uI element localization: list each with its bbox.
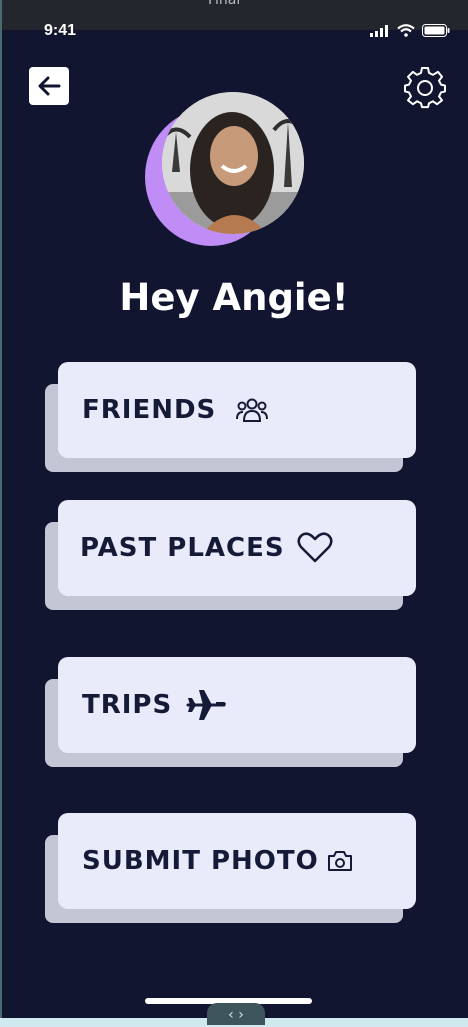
menu-label-friends: FRIENDS [82,395,217,425]
back-button[interactable] [29,67,69,105]
trips-button[interactable]: TRIPS [2,657,468,777]
prototype-nav-arrows[interactable]: ‹ › [207,1003,265,1025]
status-icons [370,24,450,37]
gear-icon [404,66,446,109]
people-group-icon [236,397,269,423]
heart-icon [297,532,333,564]
past-places-button[interactable]: PAST PLACES [2,500,468,620]
submit-photo-button[interactable]: SUBMIT PHOTO [2,813,468,933]
card-face: PAST PLACES [58,500,416,596]
back-arrow-icon [38,76,61,96]
signal-icon [370,24,388,37]
settings-button[interactable] [404,66,446,109]
friends-button[interactable]: FRIENDS [2,362,468,482]
status-time: 9:41 [44,22,77,39]
profile-avatar[interactable] [145,90,305,250]
app-screen: Final 9:41 Hey Angie! FRIENDS PAST PLACE… [0,0,468,1018]
greeting-heading: Hey Angie! [119,276,349,319]
camera-icon [327,850,353,872]
wifi-icon [397,24,415,37]
card-face: FRIENDS [58,362,416,458]
menu-label-submit-photo: SUBMIT PHOTO [82,846,319,876]
battery-icon [422,24,450,37]
card-face: TRIPS [58,657,416,753]
airplane-icon [186,688,227,722]
window-tab-label: Final [208,0,241,8]
avatar-photo [162,92,304,234]
menu-label-past-places: PAST PLACES [80,533,285,563]
card-face: SUBMIT PHOTO [58,813,416,909]
avatar [162,92,304,234]
menu-label-trips: TRIPS [82,690,173,720]
